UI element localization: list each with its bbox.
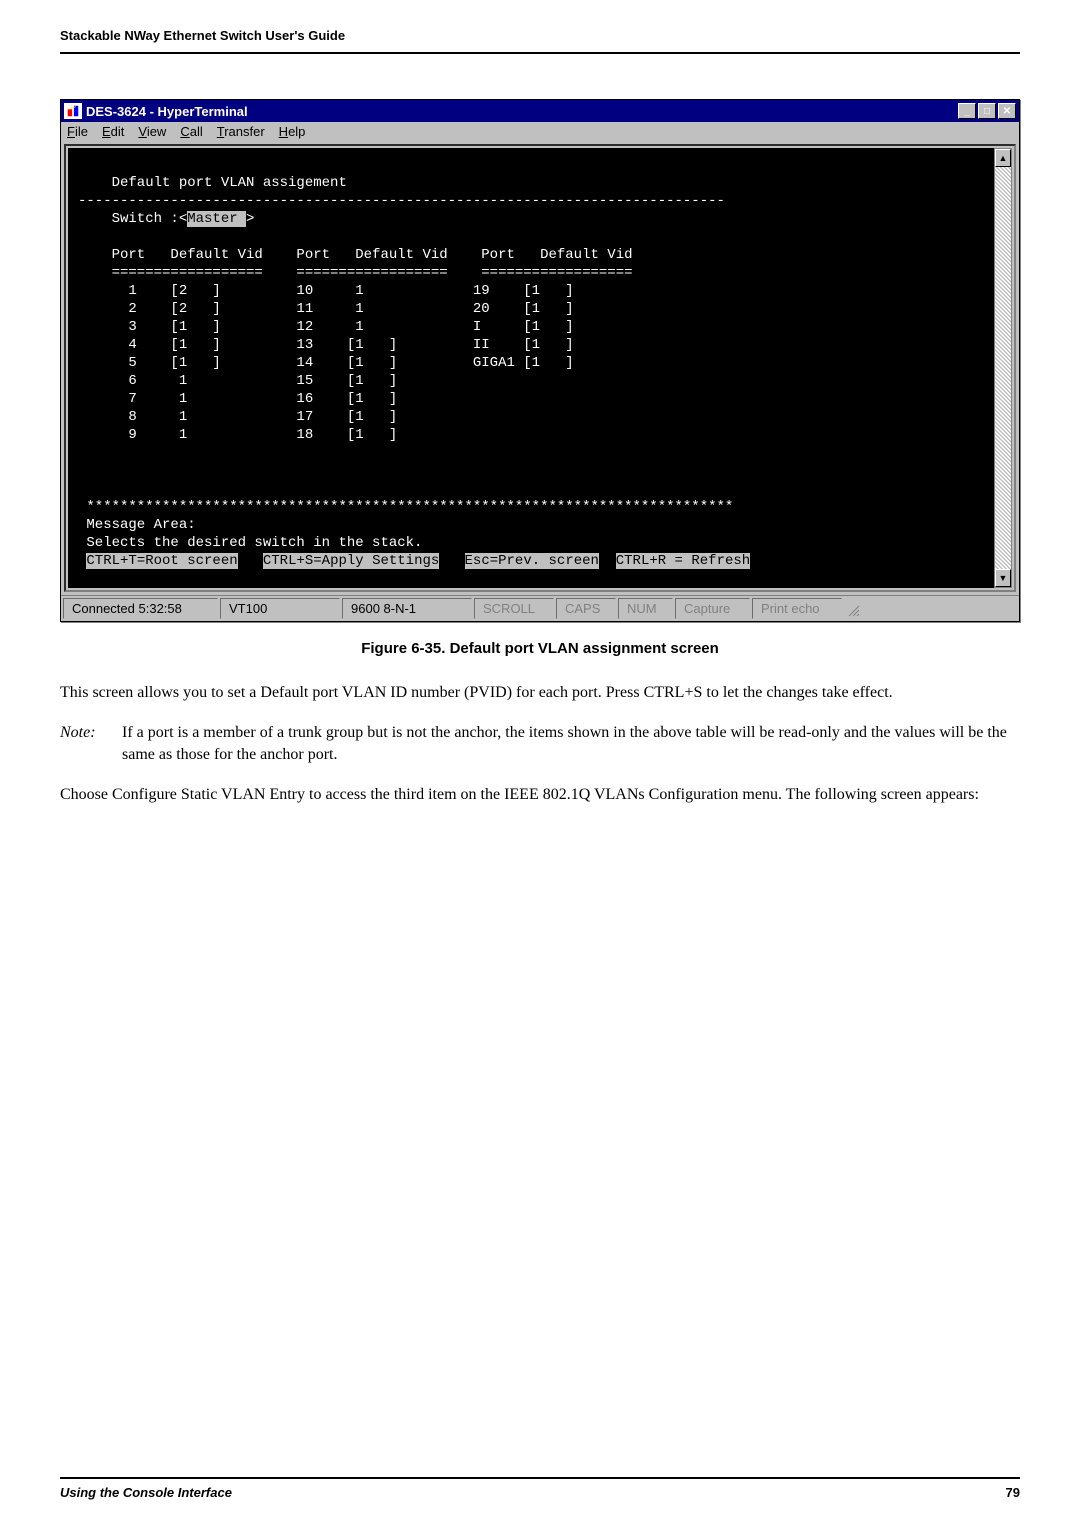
app-icon bbox=[64, 103, 82, 119]
note-text: If a port is a member of a trunk group b… bbox=[122, 722, 1020, 766]
scroll-track[interactable] bbox=[995, 167, 1011, 569]
status-emulation: VT100 bbox=[220, 598, 340, 619]
maximize-button[interactable]: □ bbox=[978, 103, 996, 119]
status-settings: 9600 8-N-1 bbox=[342, 598, 472, 619]
scroll-down-button[interactable]: ▼ bbox=[995, 569, 1011, 587]
paragraph-1: This screen allows you to set a Default … bbox=[60, 682, 1020, 704]
menu-transfer[interactable]: Transfer bbox=[217, 124, 265, 139]
menu-edit[interactable]: Edit bbox=[102, 124, 124, 139]
page-number: 79 bbox=[1006, 1485, 1020, 1500]
menu-call[interactable]: Call bbox=[180, 124, 202, 139]
menu-help[interactable]: Help bbox=[279, 124, 306, 139]
menubar: File Edit View Call Transfer Help bbox=[61, 122, 1019, 141]
hyperterminal-window: DES-3624 - HyperTerminal _ □ ✕ File Edit… bbox=[60, 99, 1020, 622]
page-header: Stackable NWay Ethernet Switch User's Gu… bbox=[60, 28, 1020, 49]
paragraph-2: Choose Configure Static VLAN Entry to ac… bbox=[60, 784, 1020, 806]
status-connected: Connected 5:32:58 bbox=[63, 598, 218, 619]
status-print: Print echo bbox=[752, 598, 842, 619]
status-capture: Capture bbox=[675, 598, 750, 619]
menu-view[interactable]: View bbox=[138, 124, 166, 139]
menu-file[interactable]: File bbox=[67, 124, 88, 139]
status-scroll: SCROLL bbox=[474, 598, 554, 619]
header-rule bbox=[60, 52, 1020, 54]
status-caps: CAPS bbox=[556, 598, 616, 619]
statusbar: Connected 5:32:58 VT100 9600 8-N-1 SCROL… bbox=[61, 595, 1019, 621]
resize-grip[interactable] bbox=[844, 598, 862, 619]
close-button[interactable]: ✕ bbox=[998, 103, 1016, 119]
note-label: Note: bbox=[60, 722, 122, 766]
figure-caption: Figure 6-35. Default port VLAN assignmen… bbox=[60, 640, 1020, 657]
footer-left: Using the Console Interface bbox=[60, 1485, 232, 1500]
terminal-output[interactable]: Default port VLAN assigement -----------… bbox=[68, 148, 994, 588]
scroll-up-button[interactable]: ▲ bbox=[995, 149, 1011, 167]
vertical-scrollbar[interactable]: ▲ ▼ bbox=[994, 148, 1012, 588]
window-title: DES-3624 - HyperTerminal bbox=[86, 104, 958, 119]
page-footer: Using the Console Interface 79 bbox=[60, 1477, 1020, 1500]
window-titlebar: DES-3624 - HyperTerminal _ □ ✕ bbox=[61, 100, 1019, 122]
note-row: Note: If a port is a member of a trunk g… bbox=[60, 722, 1020, 766]
minimize-button[interactable]: _ bbox=[958, 103, 976, 119]
status-num: NUM bbox=[618, 598, 673, 619]
